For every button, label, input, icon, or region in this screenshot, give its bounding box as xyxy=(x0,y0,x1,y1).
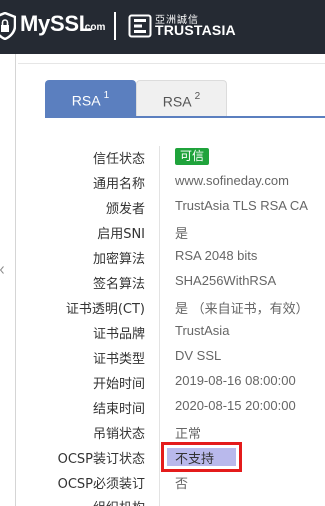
row-label: 加密算法 xyxy=(92,252,145,267)
row-value: TrustAsia xyxy=(175,323,230,338)
row-label: 启用SNI xyxy=(97,227,145,242)
cert-row-type: 证书类型 DV SSL xyxy=(0,345,325,370)
tab-label: RSA xyxy=(162,93,191,110)
cert-row-common-name: 通用名称 www.sofineday.com xyxy=(0,170,325,195)
row-value: 2020-08-15 20:00:00 xyxy=(175,398,296,413)
cert-row-ocsp-must-staple: OCSP必须装订 否 xyxy=(0,470,325,495)
cert-row-ct: 证书透明(CT) 是 （来自证书，有效） xyxy=(0,295,325,320)
shield-logo-icon xyxy=(0,12,16,40)
row-label: 结束时间 xyxy=(92,402,145,417)
row-label: 颁发者 xyxy=(105,202,145,217)
row-value: TrustAsia TLS RSA CA xyxy=(175,198,308,213)
row-label: 证书品牌 xyxy=(92,327,145,342)
row-value: 不支持 xyxy=(175,451,215,466)
cert-row-end-time: 结束时间 2020-08-15 20:00:00 xyxy=(0,395,325,420)
cert-row-start-time: 开始时间 2019-08-16 08:00:00 xyxy=(0,370,325,395)
row-label: OCSP装订状态 xyxy=(57,452,145,467)
row-value: 2019-08-16 08:00:00 xyxy=(175,373,296,388)
cert-row-organization: 组织机构 xyxy=(0,497,325,506)
trustasia-logo-icon xyxy=(128,14,152,38)
row-value: 正常 xyxy=(175,426,202,441)
row-value: www.sofineday.com xyxy=(175,173,289,188)
row-value: RSA 2048 bits xyxy=(175,248,258,263)
tab-label: RSA xyxy=(71,92,100,109)
partner-name-en: TRUSTASIA xyxy=(155,22,236,38)
cert-row-trust: 信任状态 可信 xyxy=(0,145,325,170)
cert-row-revocation: 吊销状态 正常 xyxy=(0,420,325,445)
section-divider xyxy=(18,63,325,64)
tab-rsa-2[interactable]: RSA 2 xyxy=(136,80,227,116)
row-label: 组织机构 xyxy=(93,497,145,506)
cert-row-key-algorithm: 加密算法 RSA 2048 bits xyxy=(0,245,325,270)
site-header: MySSL .com 亞洲誠信 TRUSTASIA xyxy=(0,0,325,54)
row-label: OCSP必须装订 xyxy=(57,477,145,492)
cert-row-issuer: 颁发者 TrustAsia TLS RSA CA xyxy=(0,195,325,220)
tab-index: 1 xyxy=(103,90,110,101)
trust-status-badge: 可信 xyxy=(175,148,210,165)
row-label: 通用名称 xyxy=(92,177,145,192)
row-label: 证书透明(CT) xyxy=(65,302,145,317)
cert-row-brand: 证书品牌 TrustAsia xyxy=(0,320,325,345)
row-value: 可信 xyxy=(175,148,210,165)
brand-logo-suffix: .com xyxy=(82,22,106,33)
row-label: 开始时间 xyxy=(92,377,145,392)
tab-rsa-1[interactable]: RSA 1 xyxy=(45,80,136,116)
row-value: 是 xyxy=(175,226,189,241)
tab-underline xyxy=(45,116,325,118)
row-label: 吊销状态 xyxy=(92,427,145,442)
row-label: 证书类型 xyxy=(92,352,145,367)
tab-index: 2 xyxy=(194,91,201,102)
row-label: 签名算法 xyxy=(92,277,145,292)
row-value: SHA256WithRSA xyxy=(175,273,277,288)
cert-row-signature-algorithm: 签名算法 SHA256WithRSA xyxy=(0,270,325,295)
row-value: 是 （来自证书，有效） xyxy=(175,301,309,316)
row-value: DV SSL xyxy=(175,348,222,363)
row-value: 否 xyxy=(175,476,189,491)
cert-row-ocsp-stapling: OCSP装订状态 不支持 xyxy=(0,445,325,470)
row-label: 信任状态 xyxy=(92,152,145,167)
logo-divider xyxy=(114,12,116,40)
cert-row-sni: 启用SNI 是 xyxy=(0,220,325,245)
